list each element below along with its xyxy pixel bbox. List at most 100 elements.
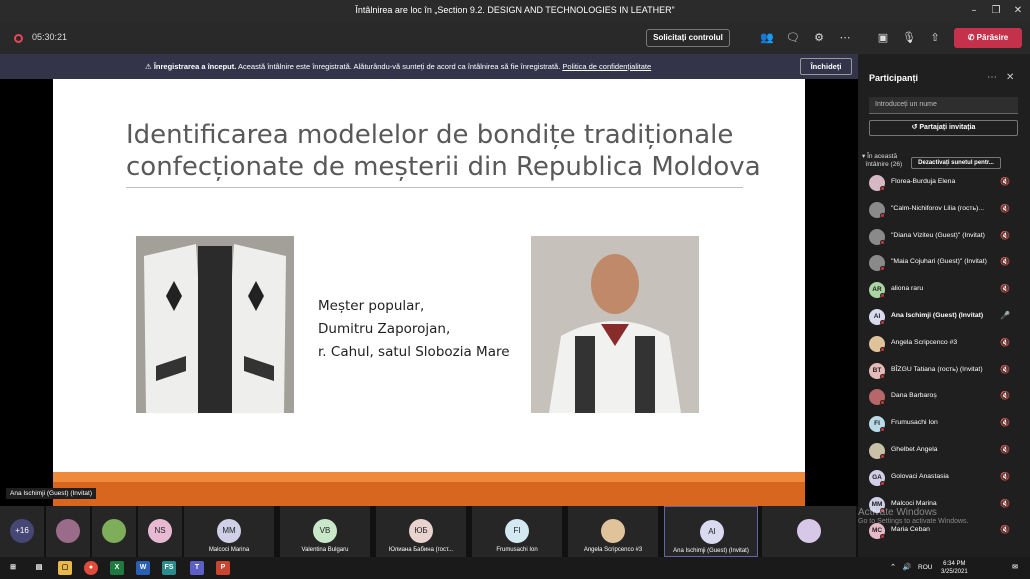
participant-row[interactable]: AR aliona raru 🔇: [869, 280, 1024, 300]
request-control-button[interactable]: Solicitați controlul: [646, 29, 730, 47]
leave-label: Părăsire: [976, 33, 1009, 42]
participant-name: aliona raru: [891, 285, 924, 293]
gallery-tile[interactable]: ЮБ Юлиана Бабина (гост...: [376, 506, 466, 557]
status-dot: [880, 212, 885, 218]
mic-off-icon: 🔇: [1000, 471, 1010, 481]
in-meeting-section[interactable]: ▾ În această întâlnire (26): [862, 153, 902, 169]
participant-search-input[interactable]: Introduceți un nume: [869, 97, 1018, 114]
meeting-toolbar: 05:30:21 Solicitați controlul 👥 🗨 ⚙ ⋯ ▣ …: [0, 22, 1030, 54]
activate-windows-watermark: Activate Windows Go to Settings to activ…: [858, 507, 969, 525]
tray-chevron-icon[interactable]: ⌃: [886, 561, 900, 575]
participant-row[interactable]: "Diana Viziteu (Guest)" (Invitat) 🔇: [869, 227, 1024, 247]
recording-icon: [14, 34, 23, 43]
participant-row[interactable]: BT BÎZGU Tatiana (гость) (Invitat) 🔇: [869, 361, 1024, 381]
gallery-name: Ana Ischimji (Guest) (Invitat): [673, 548, 749, 554]
caption-line-2: Dumitru Zaporojan,: [318, 321, 451, 337]
mic-off-icon[interactable]: 🎙: [900, 30, 918, 46]
gallery-tile[interactable]: MM Malcoci Marina: [184, 506, 274, 557]
gallery-tile[interactable]: VB Valentina Bulgaru: [280, 506, 370, 557]
taskbar-clock[interactable]: 6:34 PM 3/25/2021: [941, 560, 968, 576]
more-actions-icon[interactable]: ⋯: [836, 30, 854, 46]
participant-row[interactable]: Angela Scripcenco #3 🔇: [869, 334, 1024, 354]
participant-row[interactable]: Ghelbet Angela 🔇: [869, 441, 1024, 461]
gallery-tile[interactable]: Angela Scripcenco #3: [568, 506, 658, 557]
teams-icon[interactable]: T: [190, 561, 204, 575]
participant-row[interactable]: Florea-Burduja Elena 🔇: [869, 173, 1024, 193]
title-bar: Întâlnirea are loc în „Section 9.2. DESI…: [0, 0, 1030, 22]
participant-name: Frumusachi Ion: [891, 419, 938, 427]
participant-name: "Maia Cojuhari (Guest)" (Invitat): [891, 258, 987, 266]
recording-banner: ⚠ Înregistrarea a început. Această întâl…: [0, 54, 858, 79]
section-label-2: întâlnire (26): [865, 161, 903, 168]
start-icon[interactable]: ⊞: [6, 561, 20, 575]
file-explorer-icon[interactable]: ▢: [58, 561, 72, 575]
avatar: MM: [217, 519, 241, 543]
mic-off-icon: 🔇: [1000, 364, 1010, 374]
mic-off-icon: 🔇: [1000, 284, 1010, 294]
participant-name: Angela Scripcenco #3: [891, 338, 958, 346]
meeting-timer: 05:30:21: [32, 32, 68, 42]
gallery-tile[interactable]: [46, 506, 90, 557]
gallery-tile[interactable]: [92, 506, 136, 557]
gallery-tile[interactable]: FI Frumusachi Ion: [472, 506, 562, 557]
maximize-icon[interactable]: ❐: [986, 3, 1006, 19]
banner-message: ⚠ Înregistrarea a început. Această întâl…: [145, 62, 651, 71]
participant-row[interactable]: "Maia Cojuhari (Guest)" (Invitat) 🔇: [869, 253, 1024, 273]
video-gallery: +16 NS MM Malcoci Marina VB Valentina Bulgaru…: [0, 506, 858, 557]
close-window-icon[interactable]: ✕: [1008, 3, 1028, 19]
powerpoint-icon[interactable]: P: [216, 561, 230, 575]
excel-icon[interactable]: X: [110, 561, 124, 575]
participant-name: Dana Barbaroș: [891, 392, 937, 400]
banner-close-button[interactable]: Închideți: [800, 58, 852, 75]
privacy-policy-link[interactable]: Politica de confidențialitate: [562, 62, 651, 71]
mic-off-icon: 🔇: [1000, 177, 1010, 186]
gallery-name: Frumusachi Ion: [496, 547, 538, 553]
language-indicator[interactable]: ROU: [918, 564, 932, 571]
status-dot: [880, 266, 885, 272]
status-dot: [880, 320, 885, 325]
minimize-icon[interactable]: –: [964, 3, 984, 19]
avatar: [601, 519, 625, 543]
status-dot: [880, 454, 885, 459]
breakout-rooms-icon[interactable]: ⚙: [810, 30, 828, 46]
presentation-slide: Identificarea modelelor de bondițe tradi…: [53, 79, 805, 506]
leave-button[interactable]: ✆ Părăsire: [954, 28, 1022, 48]
status-dot: [880, 480, 885, 486]
participant-row[interactable]: FI Frumusachi Ion 🔇: [869, 414, 1024, 434]
mute-all-button[interactable]: Dezactivați sunetul pentr...: [911, 157, 1001, 169]
panel-close-icon[interactable]: ✕: [1006, 72, 1014, 83]
participants-icon[interactable]: 👥: [758, 30, 776, 46]
participant-name: "Diana Viziteu (Guest)" (Invitat): [891, 231, 985, 239]
participant-row[interactable]: Dana Barbaroș 🔇: [869, 387, 1024, 407]
panel-more-icon[interactable]: ⋯: [987, 72, 997, 83]
gallery-tile[interactable]: +16: [0, 506, 44, 557]
chrome-icon[interactable]: ●: [84, 561, 98, 575]
fs-app-icon[interactable]: FS: [162, 561, 176, 575]
task-view-icon[interactable]: ▤: [32, 561, 46, 575]
gallery-tile[interactable]: AI Ana Ischimji (Guest) (Invitat): [664, 506, 758, 557]
gallery-tile[interactable]: NS: [138, 506, 182, 557]
word-icon[interactable]: W: [136, 561, 150, 575]
participant-row[interactable]: GA Golovaci Anastasia 🔇: [869, 468, 1024, 488]
avatar: [56, 519, 80, 543]
section-label-1: În această: [867, 153, 898, 160]
share-tray-icon[interactable]: ⇧: [926, 30, 944, 46]
gallery-tile[interactable]: [762, 506, 856, 557]
participant-name: Florea-Burduja Elena: [891, 178, 956, 185]
avatar: AI: [700, 520, 724, 544]
status-dot: [880, 400, 885, 406]
avatar: ЮБ: [409, 519, 433, 543]
participant-row[interactable]: "Calm-Nichiforov Lilia (гость)... 🔇: [869, 200, 1024, 220]
participant-name: Malcoci Marina: [891, 499, 937, 507]
participant-row[interactable]: AI Ana Ischimji (Guest) (Invitat) 🎤: [869, 307, 1024, 327]
window-title: Întâlnirea are loc în „Section 9.2. DESI…: [355, 5, 675, 15]
share-invite-button[interactable]: ↺ Partajați invitația: [869, 120, 1018, 136]
chat-icon[interactable]: 🗨: [784, 30, 802, 46]
volume-icon[interactable]: 🔊: [900, 561, 914, 575]
slide-title-rule: [126, 187, 743, 188]
banner-bold: Înregistrarea a început.: [153, 62, 237, 71]
active-speaker-label: Ana Ischimji (Guest) (Invitat): [6, 488, 96, 499]
notifications-icon[interactable]: ✉: [1008, 561, 1022, 575]
camera-off-icon[interactable]: ▣: [874, 30, 892, 46]
vest-photo: [136, 236, 294, 413]
